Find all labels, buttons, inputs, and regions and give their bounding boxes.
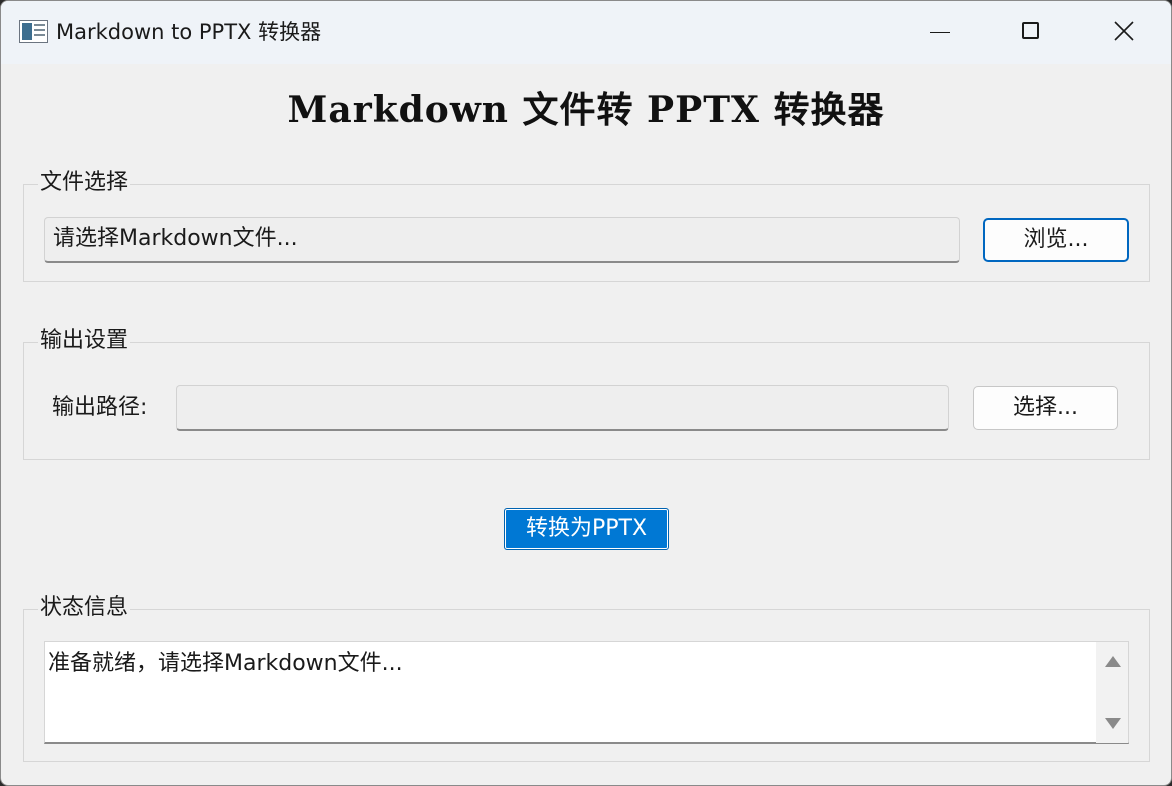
minimize-icon: [930, 32, 950, 33]
maximize-icon: [1022, 22, 1039, 39]
scroll-up-icon[interactable]: [1105, 656, 1121, 667]
page-title: Markdown 文件转 PPTX 转换器: [287, 89, 885, 131]
choose-output-button[interactable]: 选择...: [973, 386, 1118, 430]
window-title: Markdown to PPTX 转换器: [56, 20, 322, 44]
main-window: Markdown to PPTX 转换器 Markdown 文件转 PPTX 转…: [0, 0, 1172, 786]
status-group-label: 状态信息: [38, 594, 131, 622]
convert-to-pptx-button[interactable]: 转换为PPTX: [504, 508, 669, 550]
maximize-button[interactable]: [985, 1, 1079, 64]
markdown-file-path-field[interactable]: 请选择Markdown文件...: [44, 217, 960, 263]
scroll-down-icon[interactable]: [1105, 718, 1121, 729]
title-bar[interactable]: Markdown to PPTX 转换器: [1, 1, 1171, 64]
status-message: 准备就绪，请选择Markdown文件...: [48, 651, 403, 676]
output-path-label: 输出路径:: [52, 395, 148, 420]
app-window-icon: [19, 20, 48, 43]
file-selection-group-label: 文件选择: [38, 169, 131, 197]
output-path-field[interactable]: [176, 385, 949, 431]
close-icon: [1114, 21, 1134, 41]
status-scrollbar[interactable]: [1096, 642, 1128, 743]
minimize-button[interactable]: [893, 1, 987, 64]
status-text-area[interactable]: 准备就绪，请选择Markdown文件...: [44, 641, 1129, 744]
close-button[interactable]: [1077, 1, 1171, 64]
browse-button[interactable]: 浏览...: [983, 218, 1129, 262]
output-settings-group-label: 输出设置: [38, 327, 131, 355]
